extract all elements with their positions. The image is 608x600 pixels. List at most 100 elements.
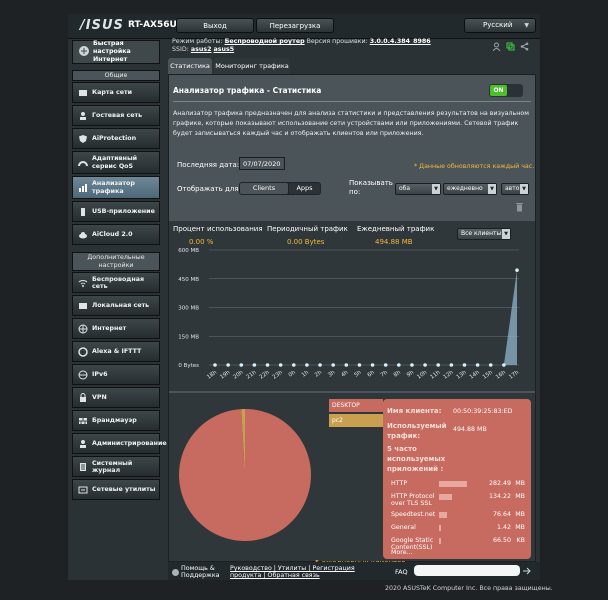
x-tick-label: 22h bbox=[259, 369, 271, 380]
app-unit: KB bbox=[516, 537, 525, 544]
data-point bbox=[397, 363, 401, 367]
ssid-link-1[interactable]: asus2 bbox=[191, 46, 212, 53]
sidebar-item-guest-network[interactable]: Гостевая сеть bbox=[72, 105, 160, 126]
x-tick-label: 15h bbox=[482, 369, 494, 380]
y-tick-label: 450 MB bbox=[178, 277, 199, 283]
show-by-select[interactable]: оба ▼ bbox=[395, 183, 441, 195]
sidebar-item-ipv6[interactable]: IPv6 bbox=[72, 364, 160, 385]
x-tick-label: 0h bbox=[288, 369, 298, 378]
firewall-icon bbox=[78, 416, 88, 426]
data-point bbox=[410, 363, 414, 367]
ssid-label: SSID: bbox=[172, 46, 189, 53]
sidebar-label: Системный журнал bbox=[92, 459, 133, 474]
app-row: General 1.42 MB bbox=[391, 523, 529, 536]
select-value: ежедневно bbox=[447, 185, 483, 192]
sidebar-label: Карта сети bbox=[92, 89, 133, 96]
x-tick-label: 6h bbox=[367, 369, 377, 378]
advanced-section-header: Дополнительные настройки bbox=[72, 252, 160, 271]
qos-icon bbox=[78, 158, 88, 168]
sidebar-label: Брандмауэр bbox=[92, 417, 137, 424]
ipv6-icon bbox=[78, 370, 88, 380]
x-tick-label: 18h bbox=[206, 369, 218, 380]
sidebar-item-network-map[interactable]: Карта сети bbox=[72, 82, 160, 103]
network-status-icon[interactable] bbox=[506, 42, 515, 51]
data-point bbox=[252, 363, 257, 367]
y-tick-label: 150 MB bbox=[178, 334, 199, 340]
logout-button[interactable]: Выход bbox=[176, 18, 254, 33]
status-icons bbox=[492, 42, 536, 52]
sidebar-item-alexa[interactable]: Alexa & IFTTT bbox=[72, 341, 160, 362]
reboot-button[interactable]: Перезагрузка bbox=[256, 18, 334, 33]
shield-icon bbox=[78, 134, 88, 144]
app-usage-bar bbox=[439, 512, 447, 518]
help-support-link[interactable]: Помощь & Поддержка bbox=[172, 565, 221, 579]
chevron-down-icon: ▼ bbox=[488, 184, 496, 194]
data-point bbox=[239, 363, 244, 367]
sidebar-item-syslog[interactable]: Системный журнал bbox=[72, 456, 160, 477]
app-unit: MB bbox=[515, 511, 525, 518]
daily-label: Ежедневный трафик bbox=[357, 225, 435, 233]
scale-select[interactable]: авто ▼ bbox=[501, 183, 529, 195]
sidebar-item-usb-app[interactable]: USB-приложение bbox=[72, 201, 160, 222]
legend-item-desktop[interactable]: DESKTOP bbox=[329, 399, 383, 412]
sidebar-item-wireless[interactable]: Беспроводная сеть bbox=[72, 272, 160, 293]
x-tick-label: 3h bbox=[327, 369, 337, 378]
sidebar-item-aiprotection[interactable]: AiProtection bbox=[72, 128, 160, 149]
data-point bbox=[305, 363, 309, 367]
user-icon[interactable] bbox=[492, 42, 501, 51]
admin-icon bbox=[78, 439, 88, 449]
sidebar-item-network-tools[interactable]: Сетевые утилиты bbox=[72, 479, 160, 500]
tab-statistics[interactable]: Статистика bbox=[168, 58, 212, 74]
footer-links[interactable]: Руководство | Утилиты | Регистрация прод… bbox=[230, 565, 360, 579]
data-point bbox=[462, 363, 467, 367]
faq-search-input[interactable] bbox=[414, 565, 520, 576]
ssid-link-2[interactable]: asus5 bbox=[213, 46, 234, 53]
quick-setup-button[interactable]: Быстрая настройка Интернет bbox=[72, 40, 160, 64]
period-select[interactable]: ежедневно ▼ bbox=[443, 183, 497, 195]
sidebar-item-aicloud[interactable]: AiCloud 2.0 bbox=[72, 224, 160, 245]
sidebar-label: Локальная сеть bbox=[92, 302, 150, 309]
clients-button[interactable]: Clients bbox=[240, 183, 288, 194]
advanced-menu: Беспроводная сеть Локальная сеть Интерне… bbox=[72, 272, 167, 500]
legend-item-pc2[interactable]: pc2 bbox=[329, 414, 383, 427]
trash-icon[interactable] bbox=[515, 201, 524, 214]
more-link[interactable]: More... bbox=[391, 549, 413, 556]
sidebar-item-admin[interactable]: Администрирование bbox=[72, 433, 167, 454]
sidebar-item-vpn[interactable]: VPN bbox=[72, 387, 160, 408]
app-usage-bar bbox=[439, 481, 467, 487]
firmware-link[interactable]: 3.0.0.4.384_8986 bbox=[370, 38, 431, 45]
mode-link[interactable]: Беспроводной роутер bbox=[225, 38, 305, 45]
data-point bbox=[383, 363, 388, 367]
apps-button[interactable]: Apps bbox=[289, 183, 320, 194]
app-value: 282.49 bbox=[488, 480, 511, 487]
client-info-card: Имя клиента: 00:50:39:25:83:ED Используе… bbox=[383, 399, 531, 559]
analyzer-toggle[interactable]: ON bbox=[489, 84, 523, 97]
tab-traffic-monitor[interactable]: Мониторинг трафика bbox=[214, 58, 290, 74]
last-date-input[interactable]: 07/07/2020 bbox=[239, 157, 285, 170]
sidebar-item-wan[interactable]: Интернет bbox=[72, 318, 160, 339]
app-name: HTTP Protocol over TLS SSL bbox=[391, 493, 435, 507]
app-value: 76.64 bbox=[492, 511, 511, 518]
sidebar-item-lan[interactable]: Локальная сеть bbox=[72, 295, 160, 316]
chevron-down-icon: ▼ bbox=[524, 22, 529, 29]
share-icon[interactable] bbox=[520, 42, 529, 51]
top-apps-label: 5 часто используемых приложений : bbox=[387, 445, 446, 473]
sidebar-label: Интернет bbox=[92, 325, 127, 332]
go-arrow-icon[interactable] bbox=[522, 566, 532, 578]
app-name: General bbox=[391, 524, 416, 531]
data-point bbox=[331, 363, 335, 367]
sidebar-item-traffic-analyzer[interactable]: Анализатор трафика bbox=[72, 176, 160, 199]
app-value: 66.50 bbox=[492, 537, 511, 544]
sidebar-label: Гостевая сеть bbox=[92, 112, 143, 119]
sidebar-item-firewall[interactable]: Брандмауэр bbox=[72, 410, 160, 431]
y-tick-label: 600 MB bbox=[178, 248, 199, 254]
data-point bbox=[291, 363, 296, 367]
data-point bbox=[423, 363, 427, 367]
sidebar-item-qos[interactable]: Адаптивный сервис QoS bbox=[72, 151, 160, 174]
clients-filter-select[interactable]: Все клиенты ▼ bbox=[457, 228, 511, 240]
client-traffic-label: Используемый трафик: bbox=[387, 422, 447, 440]
x-tick-label: 21h bbox=[246, 369, 258, 380]
language-select[interactable]: Русский ▼ bbox=[464, 18, 536, 33]
data-point bbox=[278, 363, 283, 367]
divider bbox=[173, 101, 531, 102]
